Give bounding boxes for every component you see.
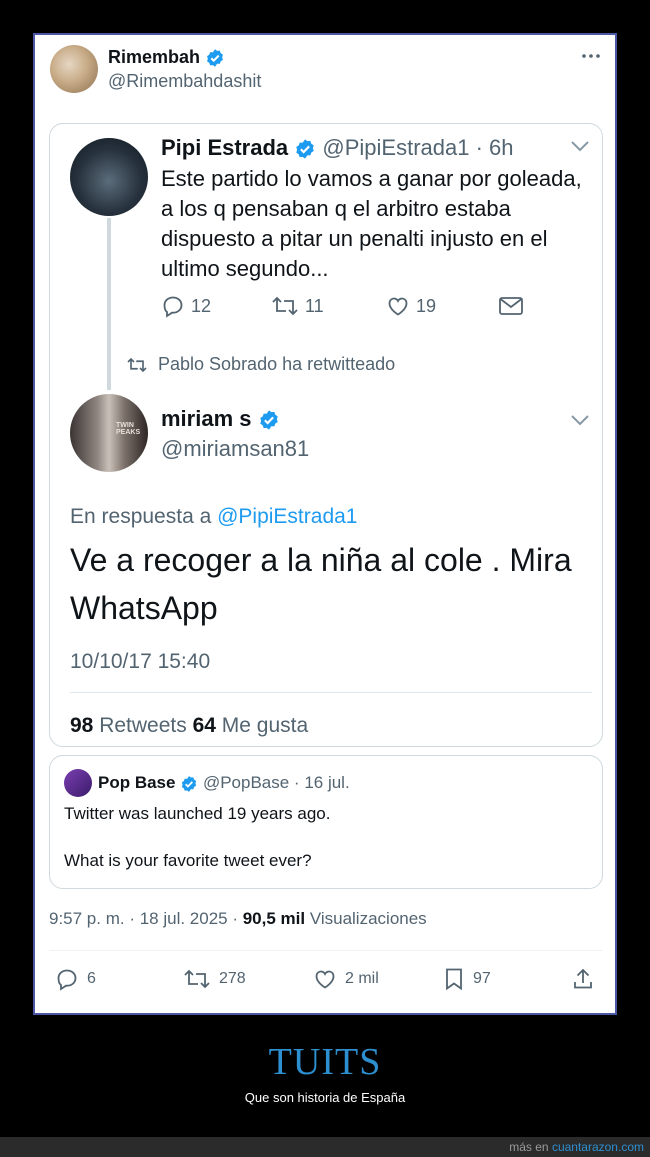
pop-base-avatar[interactable]	[64, 769, 92, 797]
retweet-icon	[272, 296, 298, 316]
chevron-down-icon	[571, 141, 589, 152]
reply-count: 6	[87, 970, 96, 987]
retweeted-by-text: Pablo Sobrado ha retwitteado	[158, 354, 396, 374]
retweet-icon	[127, 357, 147, 372]
likes-count: 64	[192, 714, 216, 737]
footer-site-link[interactable]: cuantarazon.com	[552, 1140, 644, 1154]
verified-badge-icon	[182, 775, 197, 792]
author-name-row[interactable]: Rimembah	[108, 47, 225, 68]
divider	[49, 950, 603, 951]
chevron-down-icon	[571, 415, 589, 426]
tweet1-like: 19	[386, 294, 436, 318]
views-label: Visualizaciones	[305, 909, 427, 928]
reply-icon	[163, 296, 183, 318]
tweet-card: Rimembah @Rimembahdashit Pipi Estrada @P…	[33, 33, 617, 1015]
retweets-count: 98	[70, 714, 94, 737]
thread-line	[107, 218, 111, 390]
views-count: 90,5 mil	[242, 909, 306, 928]
bookmark-icon	[446, 968, 462, 991]
tweet1-retweet-count: 11	[305, 295, 324, 316]
reply-to-line: En respuesta a @PipiEstrada1	[70, 505, 357, 529]
retweeted-by-row: Pablo Sobrado ha retwitteado	[126, 354, 395, 375]
like-count: 2 mil	[345, 970, 379, 987]
quoted-tweet[interactable]: Pop Base @PopBase · 16 jul. Twitter was …	[49, 755, 603, 889]
reply-mention: @PipiEstrada1	[217, 505, 358, 528]
bookmark-count: 97	[473, 970, 491, 987]
tweet1-name: Pipi Estrada	[161, 135, 289, 160]
verified-badge-icon	[296, 139, 314, 159]
embedded-tweet-screenshot[interactable]: Pipi Estrada @PipiEstrada1 · 6h Este par…	[49, 123, 603, 747]
verified-badge-icon	[259, 410, 278, 430]
tweet1-reply-count: 12	[191, 295, 212, 316]
tweet2-name-row: miriam s	[161, 406, 280, 432]
quoted-handle-date: @PopBase · 16 jul.	[202, 773, 350, 792]
verified-badge-icon	[207, 49, 223, 67]
author-name[interactable]: Rimembah	[108, 47, 200, 67]
tweet-timestamp[interactable]: 9:57 p. m. · 18 jul. 2025 ·	[49, 909, 243, 928]
avatar-caption: TWIN PEAKS	[116, 422, 141, 436]
bookmark-button[interactable]: 97	[443, 967, 491, 991]
author-avatar[interactable]	[50, 45, 98, 93]
retweets-label: Retweets	[93, 714, 193, 737]
like-button[interactable]: 2 mil	[313, 967, 379, 991]
heart-icon	[388, 297, 408, 316]
author-handle[interactable]: @Rimembahdashit	[108, 71, 261, 92]
more-options-icon[interactable]	[581, 49, 601, 63]
footer-bar: más en cuantarazon.com	[0, 1137, 650, 1157]
reply-prefix: En respuesta a	[70, 505, 218, 528]
divider	[70, 692, 592, 693]
retweet-count: 278	[219, 970, 246, 987]
tweet1-dm	[498, 294, 524, 318]
tweet1-actions: 12 11 19	[161, 294, 581, 320]
tweet1-handle: @PipiEstrada1 · 6h	[322, 135, 514, 160]
footer-prefix: más en	[509, 1140, 552, 1154]
share-button[interactable]	[571, 967, 595, 991]
tweet2-handle: @miriamsan81	[161, 436, 310, 461]
envelope-icon	[499, 297, 523, 315]
retweet-icon	[184, 969, 210, 989]
tweet2-time: 10/10/17 15:40	[70, 650, 211, 673]
tweet-meta: 9:57 p. m. · 18 jul. 2025 · 90,5 mil Vis…	[49, 909, 427, 929]
quoted-text-line1: Twitter was launched 19 years ago.	[64, 804, 331, 823]
quoted-text-line2: What is your favorite tweet ever?	[64, 851, 312, 870]
tweet-action-bar: 6 278 2 mil 97	[35, 967, 615, 993]
tweet1-like-count: 19	[416, 295, 437, 316]
retweet-button[interactable]: 278	[183, 967, 246, 991]
tweet2-text: Ve a recoger a la niña al cole . Mira Wh…	[70, 542, 572, 626]
quoted-tweet-header: Pop Base @PopBase · 16 jul.	[98, 773, 350, 793]
miriam-avatar: TWIN PEAKS	[70, 394, 148, 472]
heart-icon	[315, 970, 335, 989]
tweet1-retweet: 11	[271, 294, 324, 318]
likes-label: Me gusta	[215, 714, 309, 737]
quoted-name[interactable]: Pop Base	[98, 773, 175, 792]
tweet1-text: Este partido lo vamos a ganar por golead…	[161, 166, 582, 281]
tweet2-name: miriam s	[161, 406, 252, 431]
caption-title: TUITS	[268, 1041, 382, 1083]
pipi-estrada-avatar	[70, 138, 148, 216]
share-icon	[574, 968, 592, 989]
footer-text: más en cuantarazon.com	[509, 1140, 644, 1154]
reply-icon	[57, 969, 77, 991]
tweet1-reply: 12	[161, 294, 211, 318]
reply-button[interactable]: 6	[55, 967, 96, 991]
caption-subtitle: Que son historia de España	[244, 1090, 406, 1105]
tweet2-stats: 98 Retweets 64 Me gusta	[70, 714, 308, 738]
tweet1-header: Pipi Estrada @PipiEstrada1 · 6h	[161, 135, 514, 161]
